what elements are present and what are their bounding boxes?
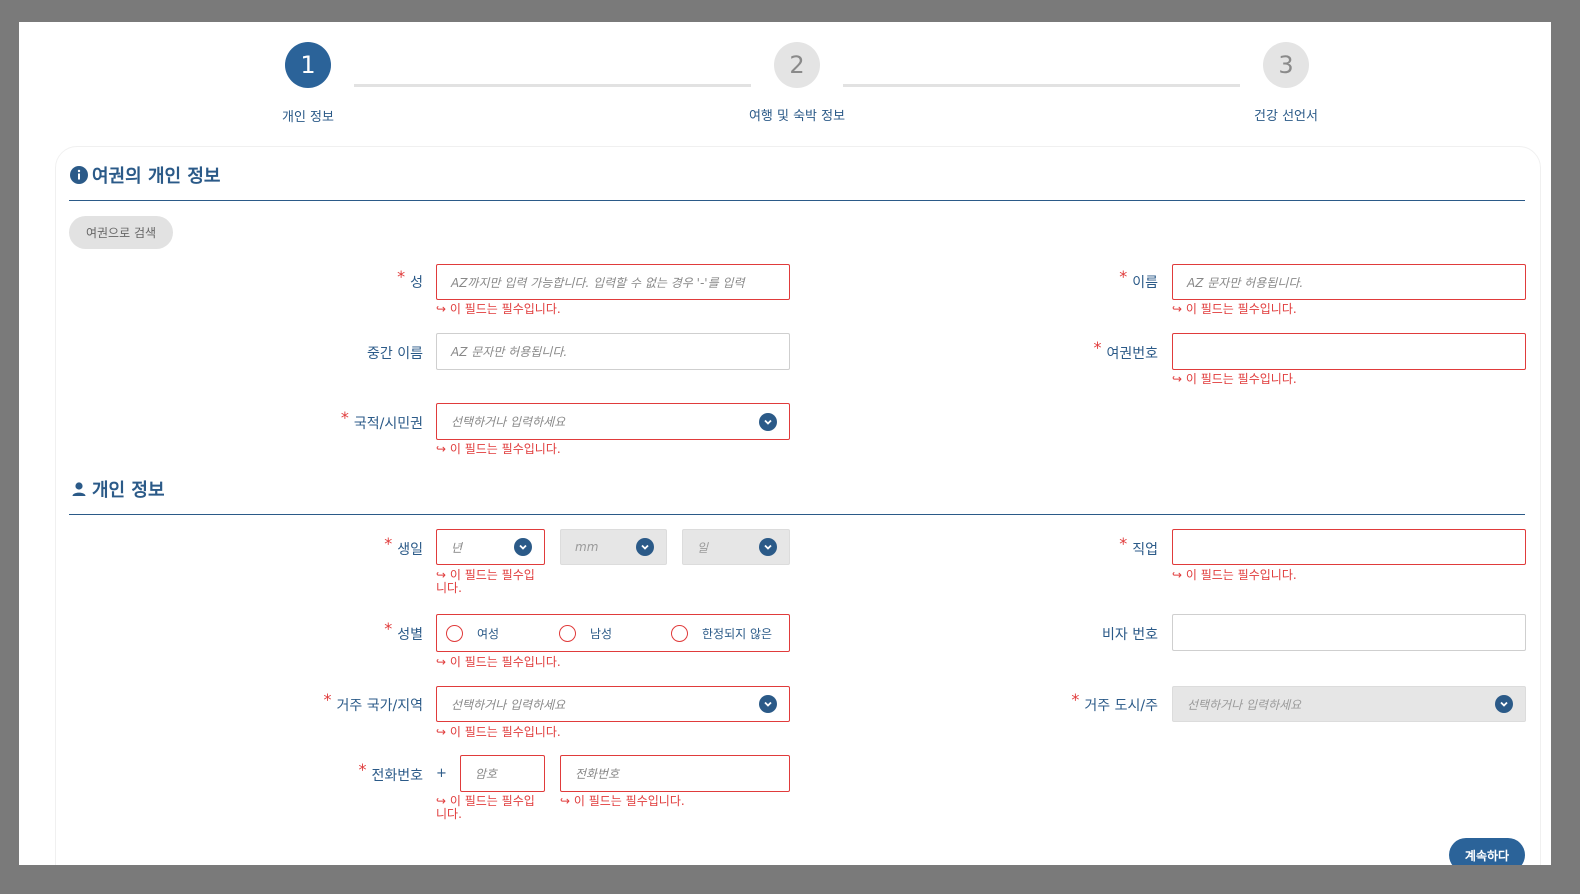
occupation-error: ↪ 이 필드는 필수입니다. [1172, 568, 1297, 582]
residence-country-placeholder: 선택하거나 입력하세요 [451, 697, 566, 712]
error-arrow-icon: ↪ [436, 568, 450, 582]
step-2-label: 여행 및 숙박 정보 [748, 109, 846, 124]
required-star: * [1071, 690, 1080, 709]
error-arrow-icon: ↪ [436, 655, 450, 669]
required-star: * [358, 760, 367, 779]
chevron-down-icon[interactable] [759, 538, 777, 556]
personal-section-divider [69, 514, 1525, 515]
required-star: * [1093, 338, 1102, 357]
error-arrow-icon: ↪ [1172, 568, 1186, 582]
phone-code-error: ↪ 이 필드는 필수입 니다. [436, 794, 535, 821]
given-name-input[interactable]: AZ 문자만 허용됩니다. [1172, 264, 1526, 300]
required-star: * [340, 408, 349, 427]
given-name-label: * 이름 [1119, 267, 1158, 291]
residence-city-select[interactable]: 선택하거나 입력하세요 [1172, 686, 1526, 722]
step-connector-1 [354, 84, 751, 87]
gender-radio-group: 여성 남성 한정되지 않은 [436, 614, 790, 652]
required-star: * [1119, 534, 1128, 553]
chevron-down-icon[interactable] [759, 695, 777, 713]
birth-month-placeholder: mm [575, 540, 599, 554]
error-arrow-icon: ↪ [1172, 302, 1186, 316]
step-2-indicator[interactable]: 2 [774, 42, 820, 88]
birthdate-error: ↪ 이 필드는 필수입 니다. [436, 568, 535, 595]
nationality-select-placeholder: 선택하거나 입력하세요 [451, 415, 566, 429]
personal-section-title-text: 개인 정보 [92, 480, 165, 501]
continue-button[interactable]: 계속하다 [1449, 838, 1525, 865]
residence-country-label: * 거주 국가/지역 [323, 690, 423, 714]
middle-name-label: 중간 이름 [367, 346, 423, 362]
birth-day-placeholder: 일 [697, 540, 709, 555]
required-star: * [384, 619, 393, 638]
required-star: * [1119, 267, 1128, 286]
phone-plus-sign: + [436, 766, 447, 781]
gender-option-unspecified[interactable]: 한정되지 않은 [671, 625, 772, 642]
residence-country-error: ↪ 이 필드는 필수입니다. [436, 725, 561, 739]
residence-country-select[interactable]: 선택하거나 입력하세요 [436, 686, 790, 722]
passport-section-divider [69, 200, 1525, 201]
passport-number-error: ↪ 이 필드는 필수입니다. [1172, 372, 1297, 386]
search-by-passport-button[interactable]: 여권으로 검색 [69, 216, 173, 249]
birth-year-select[interactable]: 년 [436, 529, 545, 565]
visa-number-input[interactable] [1172, 614, 1526, 651]
passport-section-title: 여권의 개인 정보 [70, 162, 220, 188]
required-star: * [384, 534, 393, 553]
birthdate-label: * 생일 [384, 534, 423, 558]
required-star: * [323, 690, 332, 709]
phone-label: * 전화번호 [358, 760, 423, 784]
info-icon [70, 166, 88, 184]
gender-option-female[interactable]: 여성 [446, 625, 499, 642]
surname-input[interactable]: AZ까지만 입력 가능합니다. 입력할 수 없는 경우 '-'를 입력 [436, 264, 790, 300]
visa-number-label: 비자 번호 [1102, 627, 1158, 643]
error-arrow-icon: ↪ [436, 794, 450, 808]
given-name-error: ↪ 이 필드는 필수입니다. [1172, 302, 1297, 316]
radio-button[interactable] [559, 625, 576, 642]
nationality-select[interactable]: 선택하거나 입력하세요 [436, 403, 790, 440]
phone-code-input[interactable]: 암호 [460, 755, 545, 792]
phone-number-input[interactable]: 전화번호 [560, 755, 790, 792]
gender-option-male[interactable]: 남성 [559, 625, 612, 642]
surname-error: ↪ 이 필드는 필수입니다. [436, 302, 561, 316]
error-arrow-icon: ↪ [436, 725, 450, 739]
page: 1 2 3 개인 정보 여행 및 숙박 정보 건강 선언서 여권의 개인 정보 … [19, 22, 1551, 865]
error-arrow-icon: ↪ [436, 302, 450, 316]
form-card [55, 146, 1541, 865]
birth-day-select[interactable]: 일 [682, 529, 790, 565]
phone-number-error: ↪ 이 필드는 필수입니다. [560, 794, 685, 808]
birth-month-select[interactable]: mm [560, 529, 667, 565]
step-3-indicator[interactable]: 3 [1263, 42, 1309, 88]
step-1-label: 개인 정보 [282, 110, 334, 125]
error-arrow-icon: ↪ [436, 442, 450, 456]
personal-section-title: 개인 정보 [70, 476, 165, 502]
residence-city-label: * 거주 도시/주 [1071, 690, 1158, 714]
chevron-down-icon[interactable] [514, 538, 532, 556]
step-1-indicator[interactable]: 1 [285, 42, 331, 88]
surname-label: * 성 [397, 267, 423, 291]
passport-number-input[interactable] [1172, 333, 1526, 370]
error-arrow-icon: ↪ [1172, 372, 1186, 386]
residence-city-placeholder: 선택하거나 입력하세요 [1187, 697, 1302, 712]
occupation-input[interactable] [1172, 529, 1526, 565]
step-connector-2 [843, 84, 1240, 87]
nationality-label: * 국적/시민권 [340, 408, 423, 432]
chevron-down-icon[interactable] [636, 538, 654, 556]
required-star: * [397, 267, 406, 286]
radio-button[interactable] [671, 625, 688, 642]
chevron-down-icon[interactable] [1495, 695, 1513, 713]
error-arrow-icon: ↪ [560, 794, 574, 808]
nationality-error: ↪ 이 필드는 필수입니다. [436, 442, 561, 456]
chevron-down-icon[interactable] [759, 412, 777, 431]
person-icon [70, 480, 88, 498]
birth-year-placeholder: 년 [451, 540, 463, 555]
passport-section-title-text: 여권의 개인 정보 [92, 166, 221, 187]
gender-label: * 성별 [384, 619, 423, 643]
gender-error: ↪ 이 필드는 필수입니다. [436, 655, 561, 669]
passport-number-label: * 여권번호 [1093, 338, 1158, 362]
step-3-label: 건강 선언서 [1254, 109, 1318, 124]
middle-name-input[interactable]: AZ 문자만 허용됩니다. [436, 333, 790, 370]
radio-button[interactable] [446, 625, 463, 642]
occupation-label: * 직업 [1119, 534, 1158, 558]
